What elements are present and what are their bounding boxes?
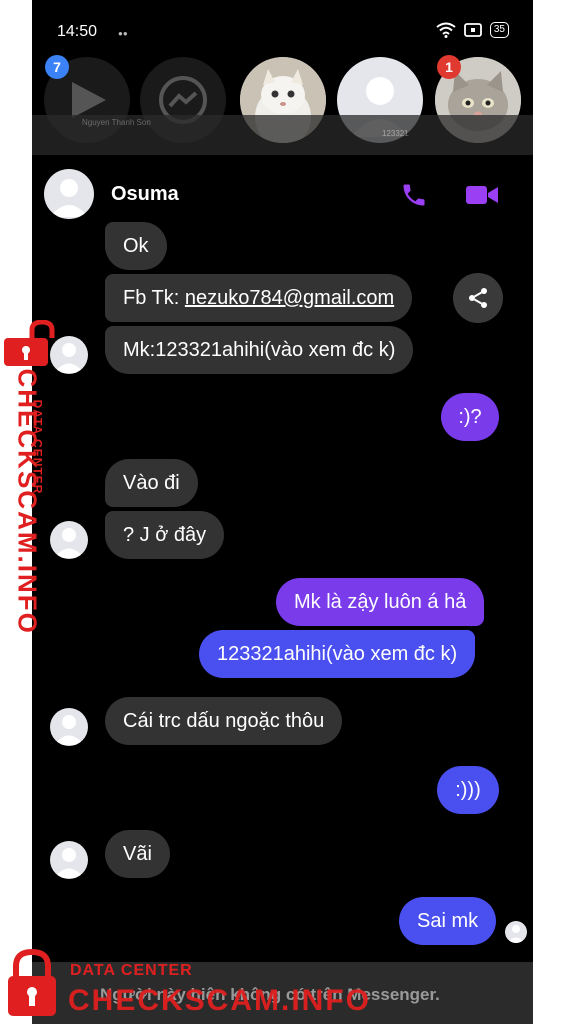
share-button[interactable] [453,273,503,323]
message-bubble-incoming[interactable]: ? J ở đây [105,511,225,559]
watermark-bottom-main: CHECKSCAM.INFO [68,984,371,1017]
notification-dot: ●● [118,29,128,38]
voice-call-button[interactable] [394,175,434,215]
unread-badge-right: 1 [437,55,461,79]
sender-avatar[interactable] [50,708,88,746]
person-icon [54,848,84,878]
message-bubble-outgoing[interactable]: Sai mk [399,897,497,945]
screen-record-icon [463,23,482,37]
video-call-button[interactable] [462,175,502,215]
watermark-side: DATA CENTER CHECKSCAM.INFO [0,320,60,635]
blurred-name: Nguyen Thanh Son [82,118,151,127]
wifi-icon [436,22,456,38]
person-icon [507,925,525,943]
person-icon [50,179,88,217]
unread-badge-left: 7 [45,55,69,79]
seen-indicator-avatar [505,921,527,943]
video-camera-icon [466,186,498,204]
blurred-digits: 123321 [382,129,409,138]
lock-icon [4,320,55,366]
contact-name[interactable]: Osuma [111,183,179,206]
watermark-main-text: CHECKSCAM.INFO [12,368,43,635]
message-bubble-outgoing[interactable]: Mk là zậy luôn á hả [276,578,485,626]
background-preview-strip: Nguyen Thanh Son 123321 [32,115,533,155]
message-bubble-outgoing[interactable]: :)? [441,393,499,441]
share-icon [469,288,487,308]
phone-screen: 14:50 ●● 35 7 1 Nguyen Thanh Son 123321 … [32,0,533,1024]
message-bubble-incoming[interactable]: Mk:123321ahihi(vào xem đc k) [105,326,414,374]
message-text: Fb Tk: [123,287,185,309]
battery-indicator: 35 [489,22,509,38]
message-bubble-incoming[interactable]: Ok [105,222,167,270]
phone-icon [403,184,425,206]
message-bubble-incoming[interactable]: Cái trc dấu ngoặc thôu [105,697,343,745]
email-link[interactable]: nezuko784@gmail.com [185,287,394,309]
person-icon [54,715,84,745]
message-bubble-incoming[interactable]: Fb Tk: nezuko784@gmail.com [105,274,413,322]
watermark-bottom-lock [4,948,60,1018]
watermark-bottom-sub: DATA CENTER [70,962,193,979]
sender-avatar[interactable] [50,841,88,879]
status-time: 14:50 [57,23,98,40]
message-bubble-outgoing[interactable]: 123321ahihi(vào xem đc k) [199,630,476,678]
message-bubble-incoming[interactable]: Vãi [105,830,170,878]
lock-icon [8,948,56,1016]
status-bar: 14:50 ●● 35 [32,18,533,46]
message-bubble-incoming[interactable]: Vào đi [105,459,198,507]
contact-avatar[interactable] [44,169,94,219]
message-bubble-outgoing[interactable]: :))) [437,766,499,814]
